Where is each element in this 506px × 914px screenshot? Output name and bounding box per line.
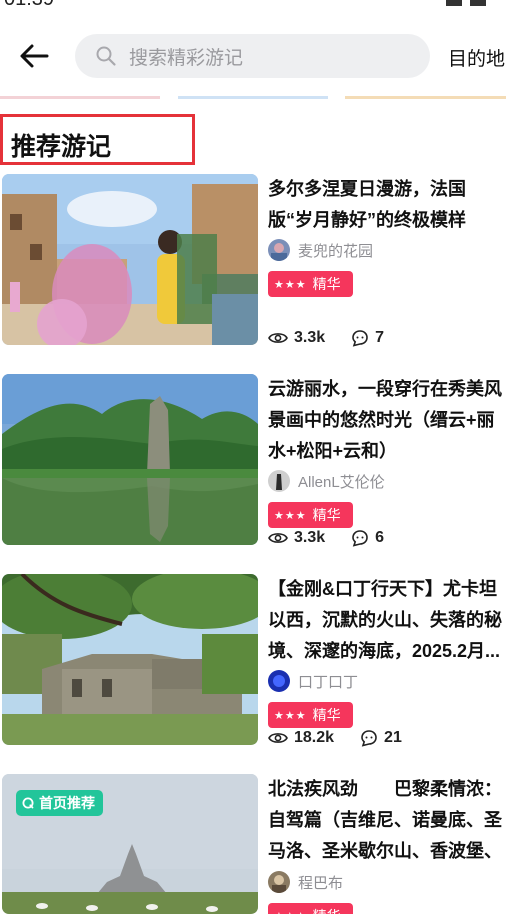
category-strip xyxy=(0,96,506,99)
avatar xyxy=(268,239,290,261)
featured-badge-label: 精华 xyxy=(313,906,341,914)
comments-count: 6 xyxy=(375,529,385,546)
search-icon xyxy=(96,46,116,66)
featured-badge: ★★★ 精华 xyxy=(268,271,353,297)
arrow-left-icon xyxy=(20,44,49,68)
featured-badge: ★★★ 精华 xyxy=(268,903,353,914)
comments-count: 21 xyxy=(384,729,402,746)
destination-tab[interactable]: 目的地 xyxy=(448,44,505,71)
star-icon: ★★★ xyxy=(274,709,307,722)
author-row[interactable]: 程巴布 xyxy=(268,870,343,894)
status-icons xyxy=(446,0,486,6)
author-name: AllenL艾伦伦 xyxy=(298,473,385,491)
section-title-highlight: 推荐游记 xyxy=(0,114,195,165)
author-name: 麦兜的花园 xyxy=(298,242,374,260)
article-thumbnail[interactable] xyxy=(2,174,258,345)
comment-icon xyxy=(352,530,368,547)
section-title: 推荐游记 xyxy=(11,133,112,161)
article-title[interactable]: 多尔多涅夏日漫游，法国版“岁月静好”的终极模样 xyxy=(268,174,506,236)
author-row[interactable]: 口丁口丁 xyxy=(268,669,358,693)
category-strip-segment xyxy=(345,96,506,99)
search-placeholder: 搜索精彩游记 xyxy=(129,47,244,69)
home-recommend-badge: 首页推荐 xyxy=(16,790,103,816)
views-count: 18.2k xyxy=(294,729,335,746)
avatar xyxy=(268,670,290,692)
featured-badge: ★★★ 精华 xyxy=(268,502,353,528)
article-card[interactable]: 首页推荐 北法疾风劲 巴黎柔情浓：自驾篇（吉维尼、诺曼底、圣马洛、圣米歇尔山、香… xyxy=(0,774,506,914)
article-card[interactable]: 云游丽水，一段穿行在秀美风景画中的悠然时光（缙云+丽水+松阳+云和） Allen… xyxy=(0,374,506,554)
eye-icon xyxy=(268,333,288,343)
article-card[interactable]: 多尔多涅夏日漫游，法国版“岁月静好”的终极模样 麦兜的花园 ★★★ 精华 3.3… xyxy=(0,174,506,354)
author-name: 口丁口丁 xyxy=(298,673,359,691)
article-title[interactable]: 云游丽水，一段穿行在秀美风景画中的悠然时光（缙云+丽水+松阳+云和） xyxy=(268,374,506,467)
views-count: 3.3k xyxy=(294,329,326,346)
search-bubble-icon xyxy=(22,797,34,809)
featured-badge-label: 精华 xyxy=(312,707,341,723)
article-thumbnail[interactable]: 首页推荐 xyxy=(2,774,258,914)
signal-icon xyxy=(446,0,462,6)
comments-stat: 7 xyxy=(351,329,384,347)
views-stat: 3.3k xyxy=(268,529,325,547)
featured-badge-label: 精华 xyxy=(312,507,341,523)
comments-stat: 6 xyxy=(351,529,384,547)
author-row[interactable]: 麦兜的花园 xyxy=(268,238,373,262)
eye-icon xyxy=(268,533,288,543)
comment-icon xyxy=(352,330,368,347)
search-input[interactable]: 搜索精彩游记 xyxy=(75,34,430,78)
star-icon: ★★★ xyxy=(274,910,307,914)
stats-row: 3.3k 6 xyxy=(268,527,410,549)
status-time: 01:39 xyxy=(4,0,54,10)
views-stat: 3.3k xyxy=(268,329,325,347)
comments-stat: 21 xyxy=(360,729,402,747)
header: 搜索精彩游记 目的地 xyxy=(0,28,506,84)
article-thumbnail[interactable] xyxy=(2,374,258,545)
battery-icon xyxy=(470,0,486,6)
featured-badge: ★★★ 精华 xyxy=(268,702,353,728)
views-stat: 18.2k xyxy=(268,729,334,747)
comment-icon xyxy=(361,730,377,747)
category-strip-segment xyxy=(178,96,328,99)
status-bar: 01:39 xyxy=(0,0,506,10)
views-count: 3.3k xyxy=(294,529,326,546)
author-row[interactable]: AllenL艾伦伦 xyxy=(268,469,385,493)
author-name: 程巴布 xyxy=(298,874,344,892)
article-card[interactable]: 【金刚&口丁行天下】尤卡坦以西，沉默的火山、失落的秘境、深邃的海底，2025.2… xyxy=(0,574,506,754)
article-title[interactable]: 【金刚&口丁行天下】尤卡坦以西，沉默的火山、失落的秘境、深邃的海底，2025.2… xyxy=(268,574,506,667)
avatar xyxy=(268,871,290,893)
featured-badge-label: 精华 xyxy=(312,276,341,292)
star-icon: ★★★ xyxy=(274,278,307,291)
back-button[interactable] xyxy=(14,38,54,74)
category-strip-segment xyxy=(0,96,160,99)
article-thumbnail[interactable] xyxy=(2,574,258,745)
stats-row: 3.3k 7 xyxy=(268,327,410,349)
home-recommend-label: 首页推荐 xyxy=(39,795,95,811)
star-icon: ★★★ xyxy=(274,509,307,522)
stats-row: 18.2k 21 xyxy=(268,727,428,749)
comments-count: 7 xyxy=(375,329,385,346)
avatar xyxy=(268,470,290,492)
eye-icon xyxy=(268,733,288,743)
article-title[interactable]: 北法疾风劲 巴黎柔情浓：自驾篇（吉维尼、诺曼底、圣马洛、圣米歇尔山、香波堡、枫.… xyxy=(268,774,506,867)
